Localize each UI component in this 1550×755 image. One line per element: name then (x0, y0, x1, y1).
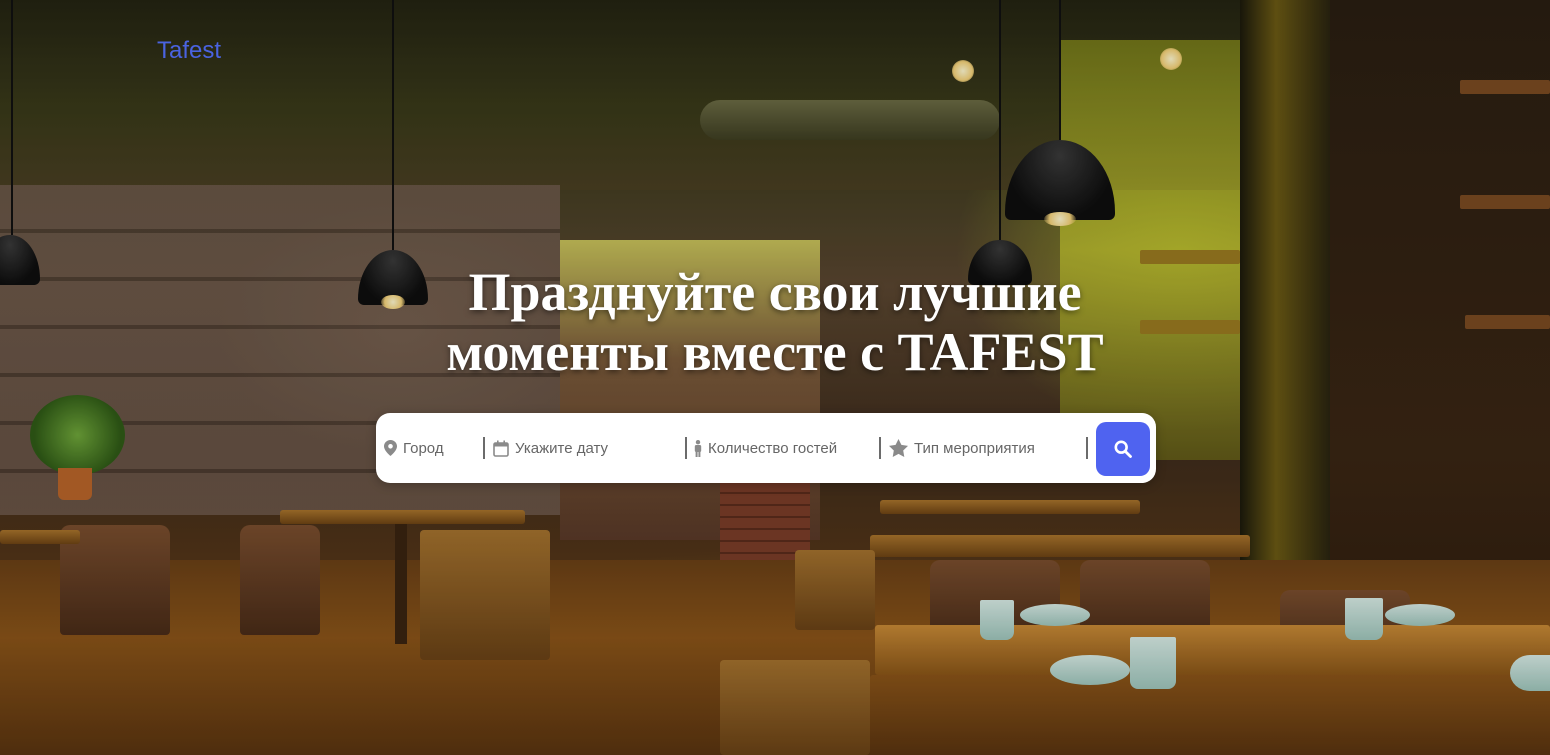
hero-title-line-2: моменты вместе с TAFEST (446, 322, 1104, 382)
search-bar: Город Укажите дату Количество гостей Тип… (376, 413, 1156, 483)
date-label: Укажите дату (515, 439, 609, 457)
event-type-field[interactable]: Тип мероприятия (889, 413, 1035, 483)
logo[interactable]: Tafest (157, 37, 221, 65)
date-field[interactable]: Укажите дату (493, 413, 608, 483)
map-pin-icon (384, 440, 397, 456)
search-icon (1114, 440, 1132, 458)
city-label: Город (403, 439, 444, 457)
hero-title: Празднуйте свои лучшие моменты вместе с … (0, 262, 1550, 382)
field-divider (879, 437, 881, 459)
star-icon (889, 439, 908, 457)
city-field[interactable]: Город (384, 413, 444, 483)
search-button[interactable] (1096, 422, 1150, 476)
guests-label: Количество гостей (708, 439, 838, 457)
hero-title-line-1: Празднуйте свои лучшие (468, 262, 1082, 322)
person-icon (694, 439, 702, 457)
calendar-icon (493, 440, 509, 457)
field-divider (685, 437, 687, 459)
field-divider (483, 437, 485, 459)
guests-field[interactable]: Количество гостей (694, 413, 837, 483)
hero-section: Tafest Празднуйте свои лучшие моменты вм… (0, 0, 1550, 755)
field-divider (1086, 437, 1088, 459)
event-type-label: Тип мероприятия (914, 439, 1035, 457)
